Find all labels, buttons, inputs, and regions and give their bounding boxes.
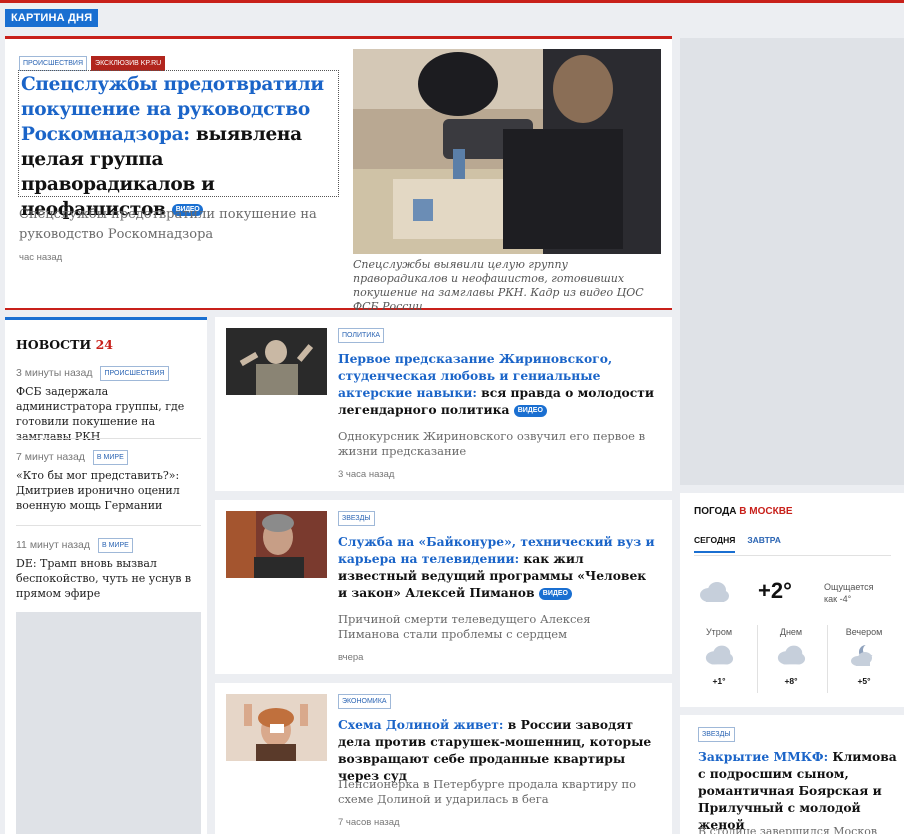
news24-item[interactable]: 3 минуты назад ПРОИСШЕСТВИЯ ФСБ задержала… (16, 366, 198, 444)
news24-feed: НОВОСТИ 24 3 минуты назад ПРОИСШЕСТВИЯ ФС… (5, 317, 207, 834)
hero-lead: Спецслужбы предотвратили покушение на ру… (19, 207, 317, 242)
weather-part-label: Днем (779, 627, 803, 637)
weather-part-temp: +5° (857, 676, 871, 686)
news-card-thumb[interactable] (226, 694, 327, 761)
news24-item-text[interactable]: ФСБ задержала администратора группы, где… (16, 384, 198, 444)
news-card-time: 7 часов назад (338, 817, 400, 828)
hero-photo[interactable] (353, 49, 661, 254)
news24-title-text[interactable]: НОВОСТИ (16, 337, 91, 352)
weather-title-text: ПОГОДА (694, 506, 737, 517)
tab-tomorrow[interactable]: ЗАВТРА (747, 535, 781, 551)
news-card[interactable]: ПОЛИТИКА Первое предсказание Жириновског… (215, 317, 672, 491)
hero-photo-image (353, 49, 661, 254)
weather-tabs: СЕГОДНЯ ЗАВТРА (694, 535, 793, 553)
side-card-title-highlight[interactable]: Закрытие ММКФ: (698, 749, 828, 764)
news24-item-tag[interactable]: В МИРЕ (97, 538, 133, 553)
news-card-lead: Причиной смерти телеведущего Алексея Пим… (338, 612, 591, 641)
hero-article: ПРОИСШЕСТВИЯ ЭКСКЛЮЗИВ KP.RU Спецслужбы п… (5, 36, 672, 313)
side-card-title[interactable]: Закрытие ММКФ: Климова с подросшим сыном… (698, 748, 898, 833)
hero-tags: ПРОИСШЕСТВИЯ ЭКСКЛЮЗИВ KP.RU (19, 50, 169, 71)
divider (16, 438, 201, 439)
hero-photo-caption: Спецслужбы выявили целую группу праворад… (353, 258, 644, 313)
top-red-line (0, 0, 904, 3)
news24-item-tag[interactable]: В МИРЕ (92, 450, 128, 465)
news-card-title[interactable]: Служба на «Байконуре», технический вуз и… (338, 533, 658, 601)
news-card-lead: Пенсионерка в Петербурге продала квартир… (338, 777, 637, 806)
side-card-tag[interactable]: ЗВЕЗДЫ (698, 727, 735, 742)
weather-part-temp: +8° (784, 676, 798, 686)
cloud-icon (688, 644, 750, 672)
tag-exclusive[interactable]: ЭКСКЛЮЗИВ KP.RU (91, 56, 166, 71)
weather-part-temp: +1° (712, 676, 726, 686)
tab-today[interactable]: СЕГОДНЯ (694, 535, 736, 553)
news-card-thumb[interactable] (226, 328, 327, 395)
news24-item-tag[interactable]: ПРОИСШЕСТВИЯ (100, 366, 169, 381)
news-card-title-highlight[interactable]: Служба на «Байконуре», технический вуз и… (338, 534, 655, 566)
divider (827, 625, 828, 693)
news-card-tag[interactable]: ЗВЕЗДЫ (338, 511, 375, 526)
news-card-image (226, 511, 327, 578)
weather-feels-like: Ощущается как -4° (824, 581, 874, 605)
weather-now-temp: +2° (758, 578, 792, 603)
video-badge[interactable]: ВИДЕО (513, 404, 547, 417)
news24-item-text[interactable]: DE: Трамп вновь вызвал беспокойство, чут… (16, 556, 198, 601)
news-card-image (226, 694, 327, 761)
news-card-title[interactable]: Первое предсказание Жириновского, студен… (338, 350, 658, 418)
news-card-title-highlight[interactable]: Схема Долиной живет: (338, 717, 503, 732)
news24-item[interactable]: 11 минут назад В МИРЕ DE: Трамп вновь выз… (16, 538, 198, 601)
news24-item-time: 7 минут назад (16, 451, 85, 463)
divider (757, 625, 758, 693)
moon-cloud-icon (833, 644, 895, 672)
tag-incidents[interactable]: ПРОИСШЕСТВИЯ (19, 56, 88, 71)
video-badge[interactable]: ВИДЕО (538, 587, 572, 600)
ad-placeholder-left (16, 612, 201, 834)
news24-item-text[interactable]: «Кто бы мог представить?»: Дмитриев ирон… (16, 468, 198, 513)
weather-part-morning: Утром +1° (688, 627, 750, 686)
section-label: КАРТИНА ДНЯ (5, 9, 99, 27)
weather-part-evening: Вечером +5° (833, 627, 895, 686)
news-card-time: вчера (338, 652, 364, 663)
news24-item-time: 3 минуты назад (16, 367, 93, 379)
news-card[interactable]: ЭКОНОМИКА Схема Долиной живет: в России … (215, 683, 672, 834)
ad-placeholder-top (680, 38, 904, 485)
news24-title-num[interactable]: 24 (96, 337, 113, 352)
cloud-icon (698, 581, 730, 607)
weather-title: ПОГОДА В МОСКВЕ (694, 506, 793, 517)
side-news-card[interactable]: ЗВЕЗДЫ Закрытие ММКФ: Климова с подросши… (680, 715, 904, 834)
side-card-lead: В столице завершился Москов (698, 825, 878, 834)
weather-feels-label: Ощущается (824, 582, 874, 592)
news-card-tag[interactable]: ПОЛИТИКА (338, 328, 385, 343)
news24-item-time: 11 минут назад (16, 539, 90, 551)
news-card-lead: Однокурсник Жириновского озвучил его пер… (338, 429, 646, 458)
weather-widget: ПОГОДА В МОСКВЕ СЕГОДНЯ ЗАВТРА +2° Ощущае… (680, 493, 904, 707)
weather-part-label: Вечером (845, 627, 883, 637)
cloud-icon (760, 644, 822, 672)
weather-city[interactable]: В МОСКВЕ (739, 506, 792, 517)
news24-title[interactable]: НОВОСТИ 24 (16, 337, 113, 352)
hero-title[interactable]: Спецслужбы предотвратили покушение на ру… (21, 72, 336, 222)
news-card-thumb[interactable] (226, 511, 327, 578)
hero-title-link[interactable]: Спецслужбы предотвратили покушение на ру… (18, 70, 339, 220)
news-card-time: 3 часа назад (338, 469, 395, 480)
weather-feels-value: как -4° (824, 594, 852, 604)
divider (16, 525, 201, 526)
news-card-image (226, 328, 327, 395)
news-card[interactable]: ЗВЕЗДЫ Служба на «Байконуре», технически… (215, 500, 672, 674)
news-card-tag[interactable]: ЭКОНОМИКА (338, 694, 391, 709)
weather-part-day: Днем +8° (760, 627, 822, 686)
weather-part-label: Утром (705, 627, 733, 637)
news24-item[interactable]: 7 минут назад В МИРЕ «Кто бы мог представ… (16, 450, 198, 513)
hero-time: час назад (19, 252, 63, 263)
divider (694, 555, 891, 556)
news-card-title[interactable]: Схема Долиной живет: в России заводят де… (338, 716, 658, 784)
